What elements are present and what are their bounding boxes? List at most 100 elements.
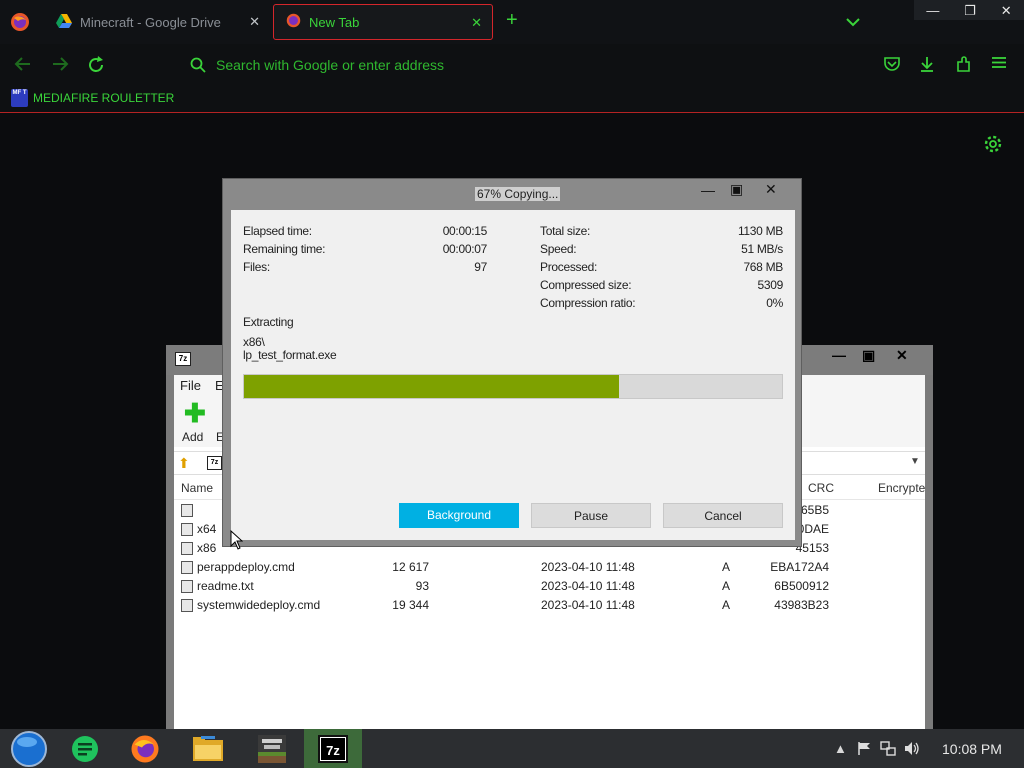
dialog-title: 67% Copying... [475,187,561,201]
downloads-icon[interactable] [919,56,935,78]
extensions-icon[interactable] [955,56,972,78]
tab-minecraft-google-drive[interactable]: Minecraft - Google Drive ✕ [44,4,270,40]
maximize-icon[interactable]: ▣ [862,347,875,364]
minimize-icon[interactable]: — [832,347,846,363]
taskbar-clock[interactable]: 10:08 PM [942,741,1002,757]
flag-icon[interactable] [857,741,872,759]
column-encrypted[interactable]: Encrypte [878,481,925,495]
bookmark-mediafire-rouletter[interactable]: MEDIAFIRE ROULETTER [33,91,174,105]
file-crc: EBA172A4 [770,560,829,574]
close-icon[interactable]: ✕ [1001,4,1012,17]
file-crc: 43983B23 [774,598,829,612]
file-size: 19 344 [392,598,429,612]
column-crc[interactable]: CRC [808,481,834,495]
browser-tab-bar: Minecraft - Google Drive ✕ New Tab ✕ + —… [0,0,1024,44]
new-tab-plus-icon[interactable]: + [506,10,518,30]
compressed-size-value: 5309 [757,278,784,292]
gear-icon[interactable] [984,135,1002,158]
file-list-row[interactable]: perappdeploy.cmd 12 617 2023-04-10 11:48 A E… [174,558,925,577]
close-tab-icon[interactable]: ✕ [249,14,260,30]
7zip-taskbar-icon[interactable]: 7z [304,729,362,768]
file-modified: 2023-04-10 11:48 [541,579,635,593]
file-name: perappdeploy.cmd [197,560,295,574]
elapsed-time-value: 00:00:15 [442,224,488,238]
progress-bar-fill [244,375,619,398]
file-modified: 2023-04-10 11:48 [541,560,635,574]
file-type-icon [181,523,193,536]
file-attributes: A [722,579,731,593]
copy-progress-dialog: 67% Copying... — ▣ ✕ Elapsed time: 00:00… [222,178,802,547]
tab-label: Minecraft - Google Drive [80,14,221,30]
file-name: x86 [197,541,217,555]
hamburger-menu-icon[interactable] [991,56,1007,74]
elapsed-time-label: Elapsed time: [243,224,312,238]
file-crc: 6B500912 [774,579,829,593]
close-icon[interactable]: ✕ [765,181,777,198]
file-size: 93 [415,579,429,593]
files-label: Files: [243,260,270,274]
speed-value: 51 MB/s [741,242,783,256]
add-plus-icon[interactable]: ✚ [184,400,206,426]
reload-icon[interactable] [87,56,105,79]
background-button[interactable]: Background [399,503,519,528]
file-attributes: A [722,598,731,612]
cancel-button[interactable]: Cancel [663,503,783,528]
file-name: readme.txt [197,579,254,593]
mediafire-bookmark-icon: MF T [11,89,28,107]
remaining-time-label: Remaining time: [243,242,326,256]
speed-label: Speed: [540,242,577,256]
bookmarks-toolbar: MF T MEDIAFIRE ROULETTER [0,86,1024,113]
file-explorer-icon[interactable] [178,729,238,768]
network-icon[interactable] [880,741,896,759]
mouse-cursor-icon [230,529,244,555]
file-name: systemwidedeploy.cmd [197,598,321,612]
current-file: lp_test_format.exe [243,348,337,362]
7zip-archive-icon: 7z [207,456,222,470]
taskbar: 7z ▲ 10:08 PM [0,729,1024,768]
volume-icon[interactable] [904,741,920,759]
chevron-down-icon[interactable]: ▼ [910,456,920,467]
7zip-icon: 7z [175,352,191,366]
column-name[interactable]: Name [181,481,213,495]
file-type-icon [181,561,193,574]
minimize-icon[interactable]: — [926,4,939,17]
file-type-icon [181,504,193,517]
search-icon [190,57,206,78]
files-value: 97 [474,260,487,274]
minecraft-launcher-icon[interactable] [241,729,303,768]
compression-ratio-value: 0% [766,296,783,310]
compression-ratio-label: Compression ratio: [540,296,636,310]
address-bar[interactable]: Search with Google or enter address [216,57,444,73]
notes-app-icon[interactable] [56,729,114,768]
add-button[interactable]: Add [182,430,203,444]
file-list-row[interactable]: readme.txt 93 2023-04-10 11:48 A 6B500912 [174,577,925,596]
total-size-value: 1130 MB [737,224,783,238]
file-list-row[interactable]: systemwidedeploy.cmd 19 344 2023-04-10 11:… [174,596,925,615]
back-arrow-icon[interactable] [14,56,32,77]
pocket-icon[interactable] [884,56,900,76]
firefox-menu-icon[interactable] [10,12,30,32]
chevron-up-icon[interactable]: ▲ [834,741,847,756]
svg-text:7z: 7z [326,743,340,758]
close-icon[interactable]: ✕ [896,347,908,364]
forward-arrow-icon[interactable] [51,56,69,77]
processed-value: 768 MB [743,260,783,274]
progress-bar [243,374,783,399]
total-size-label: Total size: [540,224,591,238]
file-crc: 0DAE [797,522,829,536]
restore-icon[interactable]: ❐ [964,4,976,17]
file-modified: 2023-04-10 11:48 [541,598,635,612]
menu-file[interactable]: File [180,378,201,393]
start-orb-icon[interactable] [0,729,58,768]
pause-button[interactable]: Pause [531,503,651,528]
processed-label: Processed: [540,260,598,274]
file-type-icon [181,599,193,612]
tab-label: New Tab [309,14,360,30]
maximize-icon[interactable]: ▣ [730,181,743,198]
close-tab-icon[interactable]: ✕ [471,15,482,31]
chevron-down-icon[interactable] [845,14,861,32]
folder-up-icon[interactable]: ⬆ [178,455,190,472]
tab-new-tab[interactable]: New Tab ✕ [273,4,493,40]
minimize-icon[interactable]: — [701,182,715,198]
firefox-icon[interactable] [116,729,174,768]
